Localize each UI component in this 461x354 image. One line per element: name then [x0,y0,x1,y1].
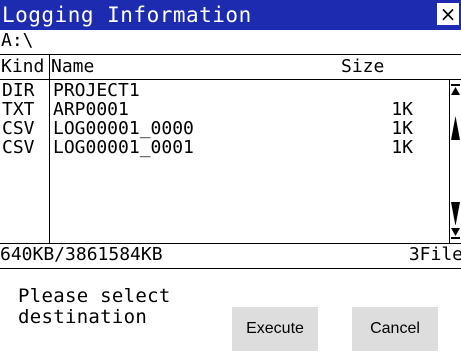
logging-information-dialog: Logging Information × A:\ Kind Name Size… [0,0,461,354]
file-kind: CSV [2,118,35,139]
status-bottom-divider [0,268,461,269]
scroll-down-icon [451,202,460,226]
destination-prompt: Please select destination [18,285,171,328]
file-kind: TXT [2,99,35,120]
close-icon: × [439,2,457,26]
close-button[interactable]: × [437,3,459,25]
file-size: 1K [391,118,413,139]
title-bar: Logging Information × [0,0,461,30]
column-header-name: Name [51,56,95,77]
column-header-kind: Kind [1,56,45,77]
dialog-title: Logging Information [2,3,252,27]
current-path: A:\ [1,30,34,51]
file-count: 3File [408,244,461,265]
file-kind: DIR [2,80,35,101]
scroll-up-button[interactable] [450,114,461,144]
file-kind: CSV [2,137,35,158]
storage-capacity: 640KB/3861584KB [0,244,163,265]
scroll-up-icon [451,116,460,140]
scroll-bottom-icon [451,228,460,239]
column-header-size: Size [341,56,385,77]
file-name: LOG00001_0000 [53,118,194,139]
scroll-bottom-button[interactable] [450,225,461,243]
file-size: 1K [391,137,413,158]
file-name: ARP0001 [53,99,129,120]
scroll-down-button[interactable] [450,198,461,228]
file-size: 1K [391,99,413,120]
scroll-top-button[interactable] [450,81,461,99]
cancel-button[interactable]: Cancel [352,307,438,351]
scroll-top-icon [451,84,460,95]
execute-button[interactable]: Execute [232,307,318,351]
kind-name-divider [49,55,50,243]
file-name: PROJECT1 [53,80,140,101]
file-name: LOG00001_0001 [53,137,194,158]
